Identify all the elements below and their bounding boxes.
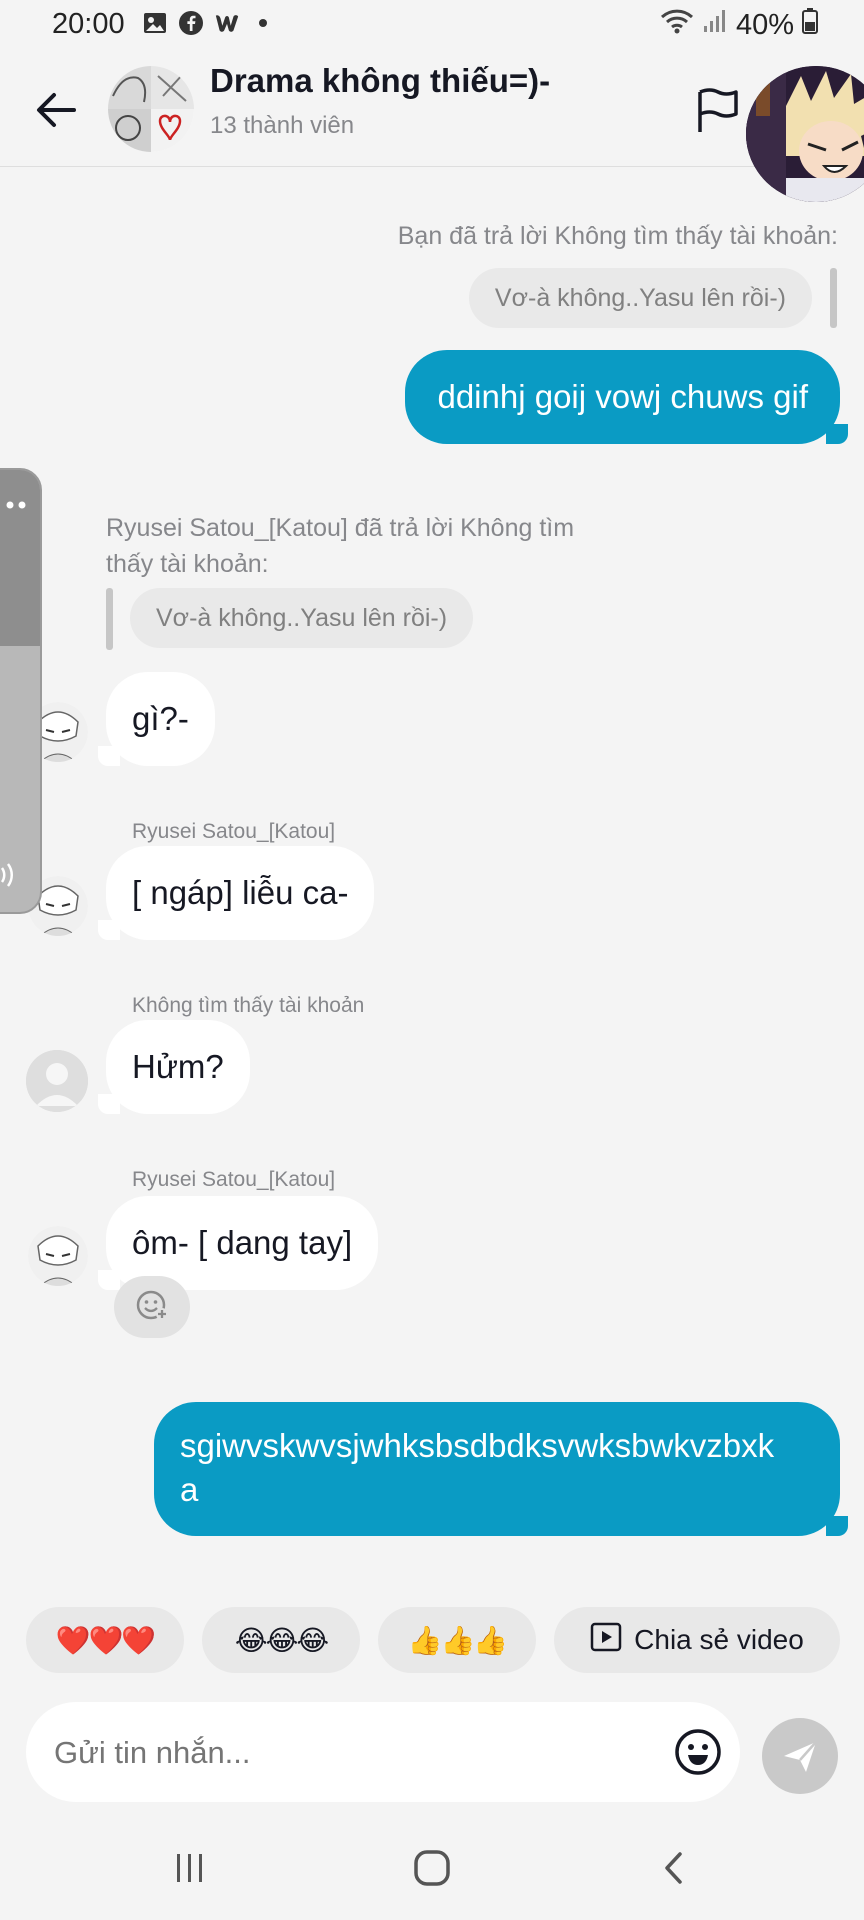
status-right: 40%	[660, 8, 818, 42]
add-reaction-button[interactable]	[114, 1276, 190, 1338]
status-time: 20:00	[52, 8, 125, 40]
quote-bar	[830, 268, 837, 328]
facebook-icon	[178, 10, 204, 36]
group-title[interactable]: Drama không thiếu=)-	[210, 62, 550, 100]
sender-name: Không tìm thấy tài khoản	[132, 994, 365, 1017]
gallery-icon	[142, 10, 168, 36]
add-reaction-icon	[135, 1288, 169, 1327]
more-dots-icon[interactable]	[6, 498, 28, 510]
message-input[interactable]	[52, 1734, 616, 1772]
thumbs-emoji: 👍👍👍	[407, 1624, 509, 1656]
volume-icon[interactable]	[0, 860, 28, 890]
status-notification-icons	[142, 10, 276, 36]
battery-percent: 40%	[735, 8, 794, 41]
laugh-emoji: 😂😂😂	[234, 1624, 329, 1656]
bubble-tail	[98, 746, 120, 766]
sender-name: Ryusei Satou_[Katou]	[132, 820, 336, 843]
default-avatar-icon[interactable]	[26, 1050, 88, 1112]
home-icon[interactable]	[412, 1848, 452, 1888]
hearts-emoji: ❤️❤️❤️	[55, 1624, 157, 1656]
emoji-icon[interactable]	[674, 1728, 722, 1776]
floating-side-panel[interactable]	[0, 468, 42, 914]
play-video-icon	[590, 1621, 622, 1660]
share-video-button[interactable]: Chia sẻ video	[554, 1607, 840, 1673]
quoted-message[interactable]: Vơ-à không..Yasu lên rồi-)	[130, 588, 474, 648]
quoted-message[interactable]: Vơ-à không..Yasu lên rồi-)	[468, 268, 812, 328]
status-bar: 20:00 40%	[0, 0, 864, 54]
reply-note: Ryusei Satou_[Katou] đã trả lời Không tì…	[106, 510, 574, 582]
dot-icon	[250, 10, 276, 36]
bubble-tail	[98, 1270, 120, 1290]
chat-header: Drama không thiếu=)- 13 thành viên	[0, 54, 864, 167]
incoming-message[interactable]: [ ngáp] liễu ca-	[106, 846, 375, 940]
recent-apps-icon[interactable]	[172, 1850, 208, 1886]
side-panel-top	[0, 470, 40, 646]
sender-name: Ryusei Satou_[Katou]	[132, 1168, 336, 1191]
incoming-message[interactable]: gì?-	[106, 672, 215, 766]
reply-note-line2: thấy tài khoản:	[106, 550, 269, 578]
flag-icon[interactable]	[694, 86, 742, 136]
message-line1: sgiwvskwvsjwhksbsdbdksvwksbwkvzbxk	[180, 1427, 775, 1464]
quick-reply-laughs[interactable]: 😂😂😂	[202, 1607, 360, 1673]
member-count[interactable]: 13 thành viên	[210, 112, 354, 140]
bubble-tail	[98, 920, 120, 940]
reply-note-line1: Ryusei Satou_[Katou] đã trả lời Không tì…	[106, 514, 575, 542]
reply-note: Bạn đã trả lời Không tìm thấy tài khoản:	[397, 222, 838, 250]
wifi-icon	[660, 8, 694, 42]
quick-reply-thumbs[interactable]: 👍👍👍	[378, 1607, 536, 1673]
send-icon	[784, 1741, 817, 1772]
quote-bar	[106, 588, 113, 650]
avatar[interactable]	[28, 1226, 88, 1286]
signal-icon	[702, 8, 728, 42]
group-avatar[interactable]	[108, 66, 194, 152]
message-line2: a	[180, 1471, 199, 1508]
outgoing-message[interactable]: ddinhj goij vowj chuws gif	[405, 350, 840, 444]
back-arrow-icon[interactable]	[30, 84, 82, 136]
outgoing-message[interactable]: sgiwvskwvsjwhksbsdbdksvwksbwkvzbxk a	[154, 1402, 840, 1536]
bubble-tail	[826, 1516, 848, 1536]
bubble-tail	[98, 1094, 120, 1114]
quick-reply-hearts[interactable]: ❤️❤️❤️	[26, 1607, 184, 1673]
nav-back-icon[interactable]	[656, 1848, 692, 1888]
bubble-tail	[826, 424, 848, 444]
battery-icon	[802, 8, 818, 42]
incoming-message[interactable]: Hửm?	[106, 1020, 250, 1114]
wattpad-icon	[214, 10, 240, 36]
share-video-label: Chia sẻ video	[634, 1624, 804, 1655]
system-nav-bar	[0, 1822, 864, 1920]
send-button[interactable]	[762, 1718, 838, 1794]
